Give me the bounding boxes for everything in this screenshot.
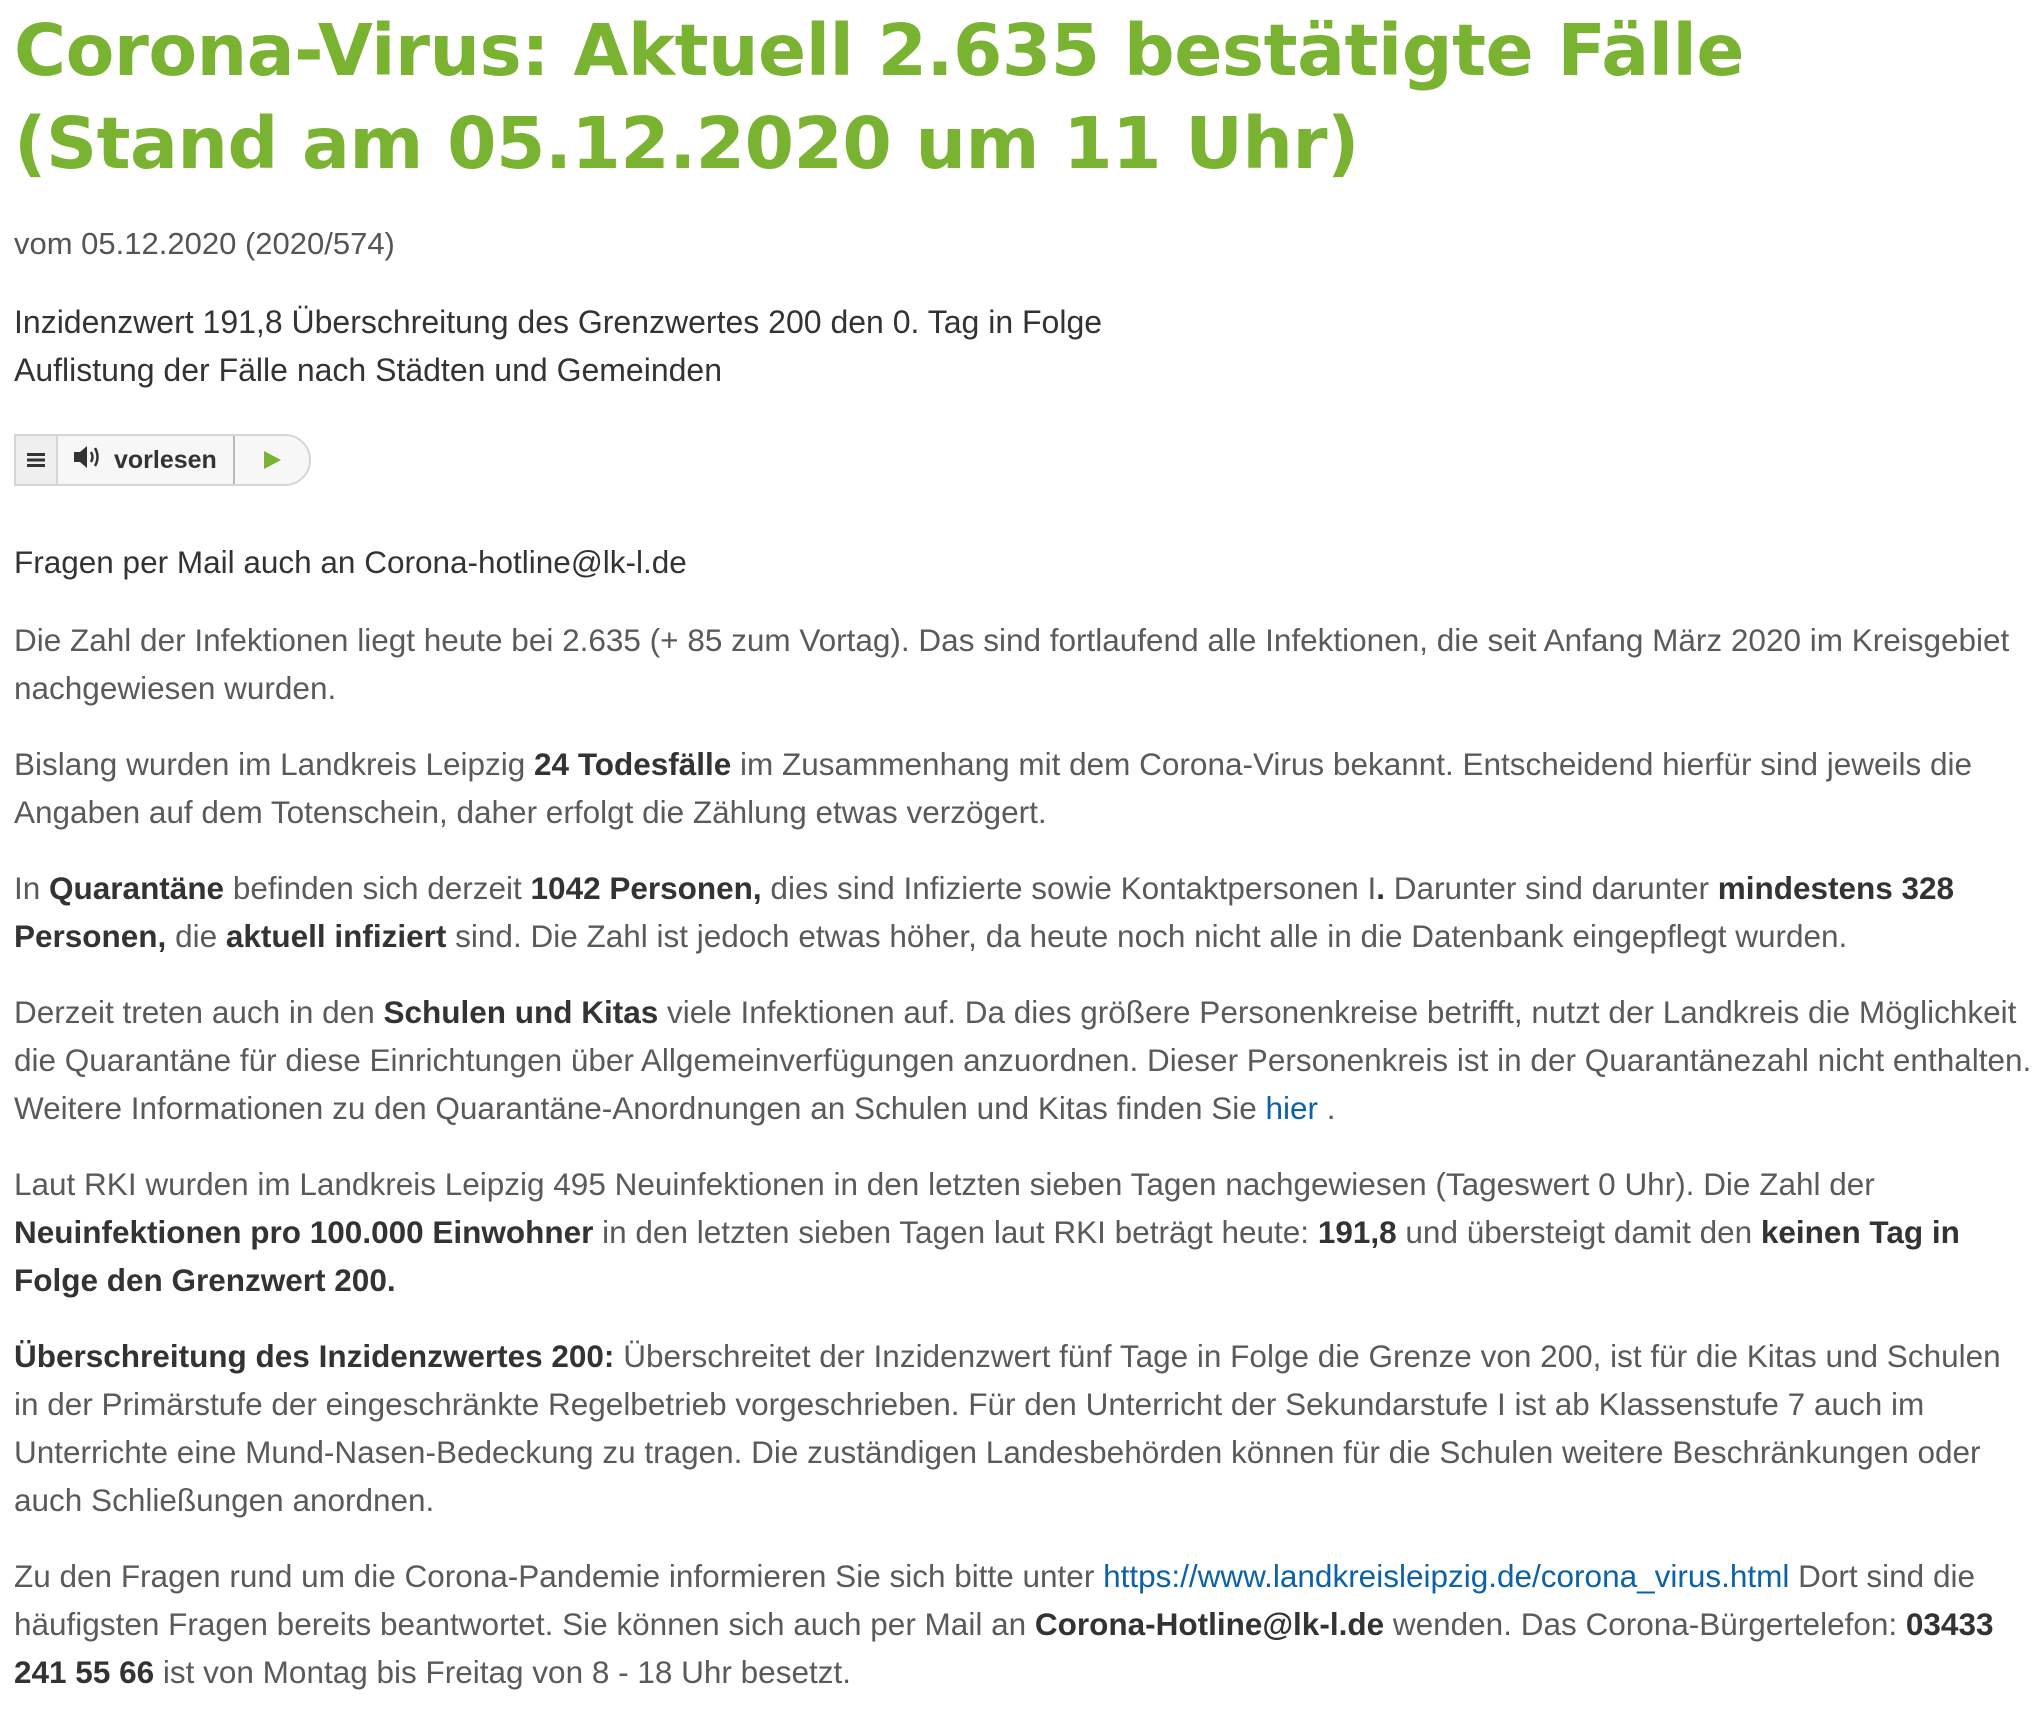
- corona-info-link[interactable]: https://www.landkreisleipzig.de/corona_v…: [1103, 1558, 1789, 1594]
- paragraph-contact: Zu den Fragen rund um die Corona-Pandemi…: [14, 1558, 1994, 1690]
- article-page: Corona-Virus: Aktuell 2.635 bestätigte F…: [0, 0, 2044, 1722]
- incidence-value: 191,8: [1317, 1214, 1397, 1250]
- quarantine-label: Quarantäne: [49, 870, 225, 906]
- paragraph-deaths: Bislang wurden im Landkreis Leipzig 24 T…: [14, 746, 1973, 830]
- threshold-heading: Überschreitung des Inzidenzwertes 200:: [14, 1338, 615, 1374]
- article-body: Fragen per Mail auch an Corona-hotline@l…: [14, 538, 2032, 1696]
- paragraph-threshold: Überschreitung des Inzidenzwertes 200: Ü…: [14, 1338, 2001, 1518]
- paragraph-quarantine: In Quarantäne befinden sich derzeit 1042…: [14, 870, 1955, 954]
- read-aloud-label: vorlesen: [114, 445, 217, 474]
- paragraph-schools: Derzeit treten auch in den Schulen und K…: [14, 994, 2032, 1126]
- read-aloud-player: vorlesen: [14, 434, 311, 486]
- paragraph-infections: Die Zahl der Infektionen liegt heute bei…: [14, 622, 2010, 706]
- teaser-line-incidence: Inzidenzwert 191,8 Überschreitung des Gr…: [14, 304, 1103, 340]
- article-date: vom 05.12.2020 (2020/574): [14, 226, 395, 261]
- currently-infected: aktuell infiziert: [225, 918, 447, 954]
- deaths-count: 24 Todesfälle: [534, 746, 732, 782]
- read-aloud-button[interactable]: vorlesen: [58, 436, 235, 484]
- schools-info-link[interactable]: hier: [1266, 1090, 1319, 1126]
- paragraph-mail-hint: Fragen per Mail auch an Corona-hotline@l…: [14, 544, 687, 580]
- play-button[interactable]: [235, 436, 309, 484]
- play-icon: [263, 451, 281, 469]
- hotline-email: Corona-Hotline@lk-l.de: [1034, 1606, 1385, 1642]
- schools-label: Schulen und Kitas: [383, 994, 659, 1030]
- article-teaser: Inzidenzwert 191,8 Überschreitung des Gr…: [14, 298, 2044, 394]
- paragraph-rki: Laut RKI wurden im Landkreis Leipzig 495…: [14, 1166, 1960, 1298]
- quarantine-count: 1042 Personen,: [530, 870, 762, 906]
- page-title: Corona-Virus: Aktuell 2.635 bestätigte F…: [14, 9, 1744, 185]
- menu-icon[interactable]: [16, 436, 58, 484]
- teaser-line-listing: Auflistung der Fälle nach Städten und Ge…: [14, 352, 723, 388]
- speaker-icon: [72, 444, 102, 477]
